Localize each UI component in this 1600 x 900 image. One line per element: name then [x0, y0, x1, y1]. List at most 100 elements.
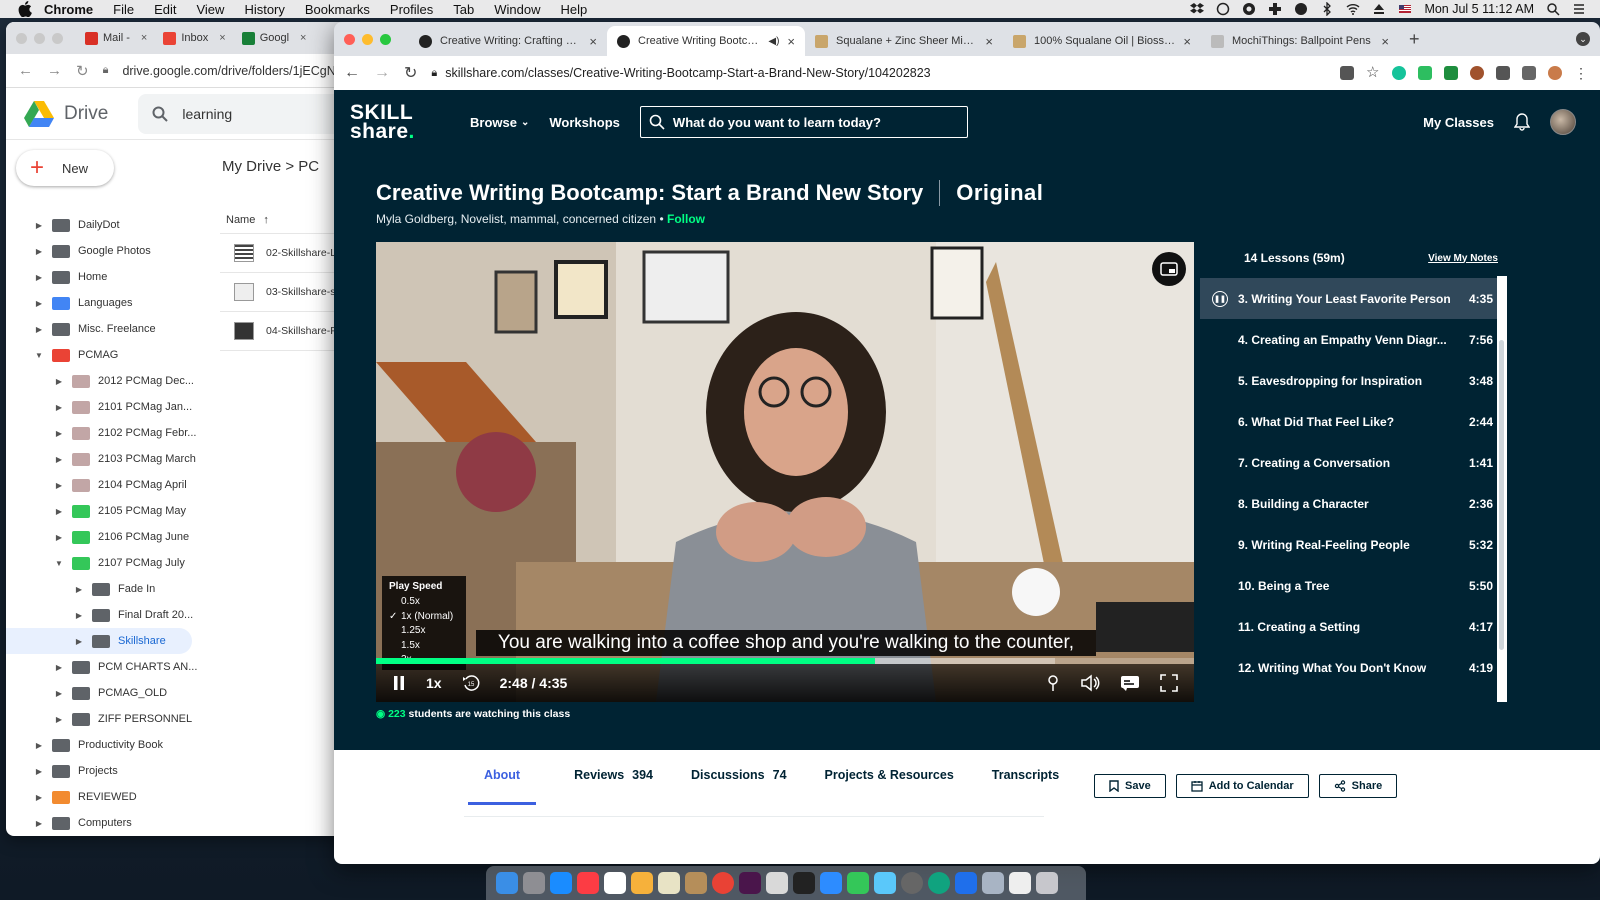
preview-icon[interactable]	[982, 872, 1004, 894]
sort-arrow-up-icon[interactable]: ↑	[263, 214, 269, 226]
file-row[interactable]: 03-Skillshare-s	[220, 273, 346, 312]
caret-right-icon[interactable]: ▶	[34, 767, 44, 776]
bbedit-icon[interactable]	[793, 872, 815, 894]
drive-search-field[interactable]: learning	[138, 93, 346, 134]
tab-google[interactable]: Googl ×	[234, 22, 315, 54]
folder-tree-item[interactable]: ▶ 2012 PCMag Dec...	[6, 368, 216, 394]
tab-creative-writing-crafting[interactable]: Creative Writing: Crafting Pers ×	[409, 26, 607, 56]
skillshare-logo[interactable]: SKILL share.	[350, 102, 450, 142]
extension-circle-icon[interactable]	[1470, 66, 1484, 80]
caret-right-icon[interactable]: ▶	[54, 533, 64, 542]
close-tab-icon[interactable]: ×	[1381, 34, 1389, 49]
menu-bookmarks[interactable]: Bookmarks	[305, 2, 370, 17]
drive-url[interactable]: drive.google.com/drive/folders/1jECgNq	[122, 64, 342, 78]
clock[interactable]: Mon Jul 5 11:12 AM	[1424, 2, 1534, 16]
caret-right-icon[interactable]: ▶	[74, 585, 84, 594]
folder-tree-item[interactable]: ▶ 2101 PCMag Jan...	[6, 394, 216, 420]
folder-tree-item[interactable]: ▶ DailyDot	[6, 212, 216, 238]
caret-right-icon[interactable]: ▶	[34, 247, 44, 256]
speed-option[interactable]: 1.25x	[389, 624, 459, 639]
close-tab-icon[interactable]: ×	[787, 34, 795, 49]
close-tab-icon[interactable]: ×	[589, 34, 597, 49]
system-preferences-icon[interactable]	[523, 872, 545, 894]
pause-circle-icon[interactable]: ❚❚	[1212, 290, 1228, 307]
lock-icon[interactable]: 🔒︎	[103, 64, 109, 77]
tab-projects-resources[interactable]: Projects & Resources	[825, 768, 954, 805]
playback-speed-button[interactable]: 1x	[426, 675, 442, 691]
lesson-scrollbar[interactable]	[1497, 276, 1507, 702]
search-input[interactable]: What do you want to learn today?	[639, 106, 968, 138]
folder-tree-item[interactable]: ▶ ZIFF PERSONNEL	[6, 706, 216, 732]
folder-tree-item[interactable]: ▶ 2105 PCMag May	[6, 498, 216, 524]
calendar-icon[interactable]	[604, 872, 626, 894]
chrome-icon[interactable]	[712, 872, 734, 894]
caret-right-icon[interactable]: ▶	[54, 377, 64, 386]
lesson-item[interactable]: 8. Building a Character 2:36	[1200, 483, 1503, 524]
openai-icon[interactable]	[928, 872, 950, 894]
xcode-icon[interactable]	[955, 872, 977, 894]
tab-mail[interactable]: Mail - ×	[77, 22, 155, 54]
video-player[interactable]: Play Speed 0.5x 1x (Normal) 1.25x 1.5x 2…	[376, 242, 1194, 702]
trash-icon[interactable]	[1036, 872, 1058, 894]
rewind-15-icon[interactable]: 15	[462, 674, 480, 692]
caret-down-icon[interactable]: ▼	[34, 351, 44, 360]
record-icon[interactable]	[1242, 2, 1256, 16]
puzzle-extensions-icon[interactable]	[1496, 66, 1510, 80]
close-window-button[interactable]	[344, 33, 355, 45]
tab-transcripts[interactable]: Transcripts	[992, 768, 1059, 805]
folder-tree-item[interactable]: ▶ Misc. Freelance	[6, 316, 216, 342]
caret-right-icon[interactable]: ▶	[34, 273, 44, 282]
caret-right-icon[interactable]: ▶	[34, 299, 44, 308]
finder-icon[interactable]	[496, 872, 518, 894]
minimize-window-button[interactable]	[34, 32, 45, 44]
tab-squalane-oil[interactable]: 100% Squalane Oil | Biossance ×	[1003, 26, 1201, 56]
close-tab-icon[interactable]: ×	[1183, 34, 1191, 49]
file-row[interactable]: 02-Skillshare-L	[220, 234, 346, 273]
file-row[interactable]: 04-Skillshare-F	[220, 312, 346, 351]
menu-help[interactable]: Help	[561, 2, 588, 17]
folder-tree-item[interactable]: ▶ REVIEWED	[6, 784, 216, 810]
pause-icon[interactable]	[392, 675, 406, 691]
lesson-item[interactable]: 4. Creating an Empathy Venn Diagr... 7:56	[1200, 319, 1503, 360]
save-button[interactable]: Save	[1094, 774, 1166, 798]
close-tab-icon[interactable]: ×	[219, 32, 225, 44]
speed-option[interactable]: 0.5x	[389, 595, 459, 610]
caret-right-icon[interactable]: ▶	[54, 507, 64, 516]
folder-tree-item[interactable]: ▶ Google Photos	[6, 238, 216, 264]
back-arrow-icon[interactable]: ←	[18, 62, 33, 79]
bell-notification-icon[interactable]	[1514, 113, 1530, 131]
profile-avatar[interactable]	[1548, 66, 1562, 80]
teacher-name[interactable]: Myla Goldberg, Novelist, mammal, concern…	[376, 212, 656, 226]
caret-right-icon[interactable]: ▶	[54, 663, 64, 672]
tab-discussions[interactable]: Discussions 74	[691, 768, 787, 805]
caret-right-icon[interactable]: ▶	[74, 611, 84, 620]
tab-inbox[interactable]: Inbox ×	[155, 22, 233, 54]
caret-right-icon[interactable]: ▶	[34, 819, 44, 828]
breadcrumb[interactable]: My Drive > PC	[222, 158, 319, 175]
share-button[interactable]: Share	[1318, 774, 1398, 798]
caret-right-icon[interactable]: ▶	[34, 741, 44, 750]
caret-down-icon[interactable]: ▼	[54, 559, 64, 568]
app-store-icon[interactable]	[550, 872, 572, 894]
lesson-item[interactable]: 7. Creating a Conversation 1:41	[1200, 442, 1503, 483]
tab-mochithings[interactable]: MochiThings: Ballpoint Pens ×	[1201, 26, 1399, 56]
tab-squalane-zinc[interactable]: Squalane + Zinc Sheer Minera ×	[805, 26, 1003, 56]
grammarly-icon[interactable]	[1392, 66, 1406, 80]
folder-tree-item[interactable]: ▶ PCMAG_OLD	[6, 680, 216, 706]
lesson-item[interactable]: 6. What Did That Feel Like? 2:44	[1200, 401, 1503, 442]
lesson-item[interactable]: 5. Eavesdropping for Inspiration 3:48	[1200, 360, 1503, 401]
folder-tree-item[interactable]: ▼ PCMAG	[6, 342, 216, 368]
slack-icon[interactable]	[739, 872, 761, 894]
my-classes-link[interactable]: My Classes	[1423, 115, 1494, 130]
lesson-item[interactable]: 11. Creating a Setting 4:17	[1200, 606, 1503, 647]
user-avatar[interactable]	[1550, 109, 1576, 135]
caret-right-icon[interactable]: ▶	[54, 429, 64, 438]
folder-tree-item[interactable]: ▶ Final Draft 20...	[6, 602, 216, 628]
menu-window[interactable]: Window	[494, 2, 540, 17]
menu-profiles[interactable]: Profiles	[390, 2, 433, 17]
speed-option[interactable]: 1.5x	[389, 639, 459, 654]
omnibox[interactable]: 🔒︎ skillshare.com/classes/Creative-Writi…	[431, 66, 1326, 80]
caret-right-icon[interactable]: ▶	[74, 637, 84, 646]
dropbox-icon[interactable]	[1190, 2, 1205, 16]
settings-gear-icon[interactable]	[901, 872, 923, 894]
